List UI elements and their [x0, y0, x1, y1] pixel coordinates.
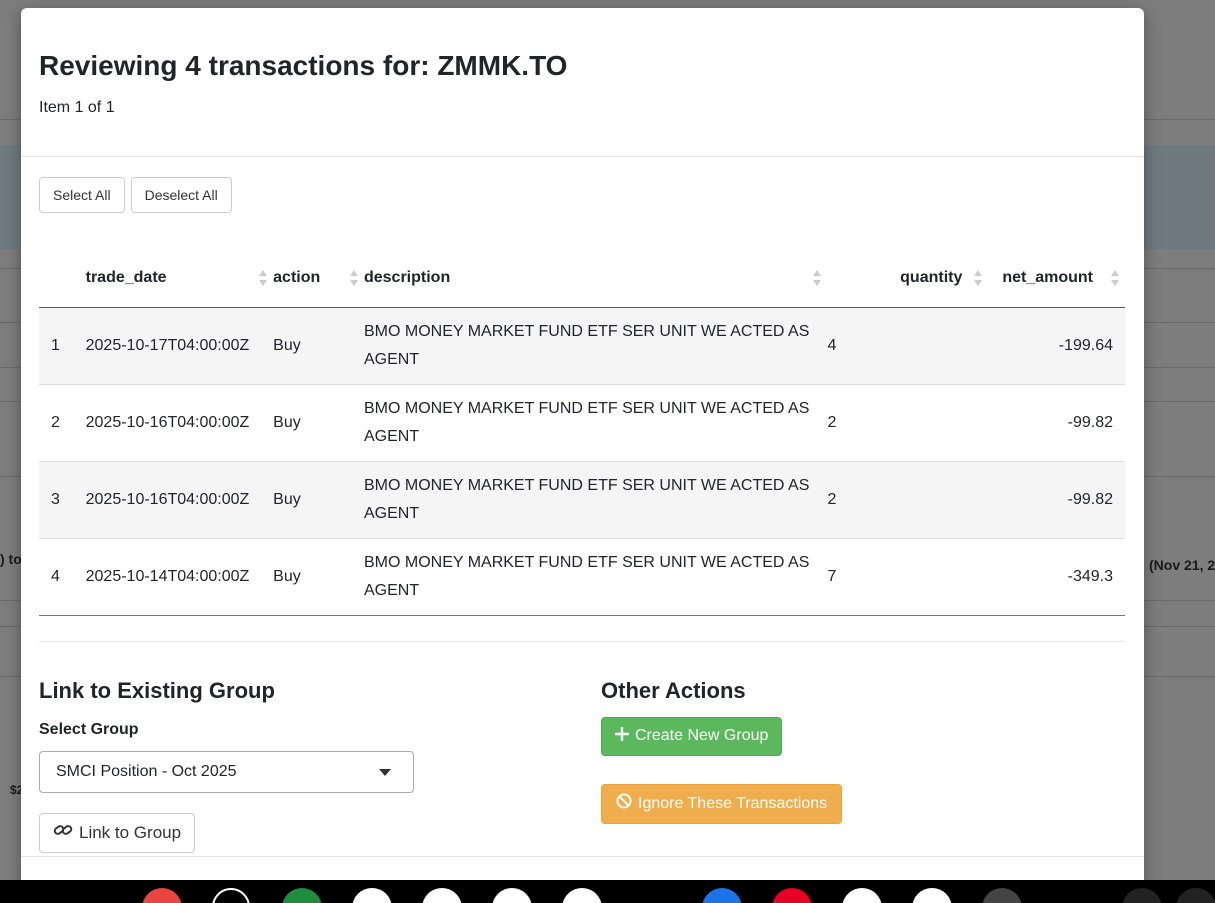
youtube-icon[interactable]	[562, 888, 602, 903]
bg-text-left: ) to	[0, 551, 22, 567]
link-to-group-button[interactable]: Link to Group	[39, 812, 196, 853]
column-header-trade-date[interactable]: trade_date	[85, 249, 274, 308]
net-amount-cell: -199.64	[988, 307, 1125, 385]
bg-text-right: (Nov 21, 2	[1149, 557, 1215, 573]
plus-icon	[615, 726, 629, 746]
table-header-row: trade_date action description quantity n…	[39, 249, 1125, 308]
selected-group-value: SMCI Position - Oct 2025	[56, 762, 237, 780]
quantity-cell: 4	[827, 307, 989, 385]
item-counter: Item 1 of 1	[39, 99, 115, 116]
modal-footer-divider	[21, 856, 1144, 857]
trade-date-cell: 2025-10-16T04:00:00Z	[85, 384, 274, 462]
action-cell: Buy	[273, 538, 364, 616]
play-store-icon[interactable]	[422, 888, 462, 903]
trade-date-cell: 2025-10-17T04:00:00Z	[85, 307, 274, 385]
description-cell: BMO MONEY MARKET FUND ETF SER UNIT WE AC…	[363, 538, 828, 616]
modal-body: Select All Deselect All trade_date actio…	[21, 157, 1144, 872]
ignore-button-label: Ignore These Transactions	[638, 794, 828, 812]
column-header-label: action	[273, 268, 321, 286]
review-modal: Reviewing 4 transactions for: ZMMK.TO It…	[21, 8, 1144, 903]
messages-icon[interactable]	[842, 888, 882, 903]
column-header-label: quantity	[900, 268, 963, 286]
row-index: 1	[39, 307, 86, 385]
search-icon[interactable]	[212, 888, 250, 903]
column-header-action[interactable]: action	[273, 249, 364, 308]
ban-icon	[616, 793, 632, 814]
settings-icon[interactable]	[1176, 888, 1215, 903]
table-row[interactable]: 4 2025-10-14T04:00:00Z Buy BMO MONEY MAR…	[39, 538, 1125, 616]
description-cell: BMO MONEY MARKET FUND ETF SER UNIT WE AC…	[363, 307, 828, 385]
description-cell: BMO MONEY MARKET FUND ETF SER UNIT WE AC…	[363, 384, 828, 462]
column-header-net-amount[interactable]: net_amount	[988, 249, 1125, 308]
column-header-description[interactable]: description	[363, 249, 828, 308]
sort-icon	[349, 270, 358, 286]
quantity-cell: 2	[827, 461, 989, 539]
column-header-label: trade_date	[85, 268, 167, 286]
net-amount-cell: -349.3	[988, 538, 1125, 616]
create-new-group-button[interactable]: Create New Group	[601, 716, 783, 756]
select-all-button[interactable]: Select All	[39, 177, 125, 213]
table-row[interactable]: 1 2025-10-17T04:00:00Z Buy BMO MONEY MAR…	[39, 307, 1125, 385]
column-header-label: description	[363, 268, 451, 286]
create-button-label: Create New Group	[635, 727, 769, 744]
modal-title: Reviewing 4 transactions for: ZMMK.TO	[39, 50, 568, 81]
action-cell: Buy	[273, 307, 364, 385]
selection-buttons: Select All Deselect All	[39, 177, 1126, 213]
quantity-cell: 2	[827, 384, 989, 462]
row-index: 4	[39, 538, 86, 616]
quantity-cell: 7	[827, 538, 989, 616]
action-cell: Buy	[273, 461, 364, 539]
docs-icon[interactable]	[352, 888, 392, 903]
net-amount-cell: -99.82	[988, 384, 1125, 462]
app-icon[interactable]	[912, 888, 952, 903]
table-row[interactable]: 2 2025-10-16T04:00:00Z Buy BMO MONEY MAR…	[39, 384, 1125, 462]
index-header	[39, 249, 86, 308]
net-amount-cell: -99.82	[988, 461, 1125, 539]
deselect-all-button[interactable]: Deselect All	[130, 177, 232, 213]
column-header-label: net_amount	[1002, 268, 1093, 286]
description-cell: BMO MONEY MARKET FUND ETF SER UNIT WE AC…	[363, 461, 828, 539]
chevron-down-icon	[379, 768, 391, 776]
chrome-icon[interactable]	[142, 888, 182, 903]
modal-header: Reviewing 4 transactions for: ZMMK.TO It…	[21, 8, 1144, 157]
action-cell: Buy	[273, 384, 364, 462]
ignore-transactions-button[interactable]: Ignore These Transactions	[601, 783, 843, 824]
trade-date-cell: 2025-10-14T04:00:00Z	[85, 538, 274, 616]
transactions-table: trade_date action description quantity n…	[39, 249, 1125, 616]
select-group-label: Select Group	[39, 720, 139, 738]
files-icon[interactable]	[702, 888, 742, 903]
link-icon	[53, 822, 73, 843]
terminal-icon[interactable]	[982, 888, 1022, 903]
gmail-icon[interactable]	[492, 888, 532, 903]
taskbar	[0, 880, 1215, 903]
sort-icon	[974, 270, 983, 286]
row-index: 3	[39, 461, 86, 539]
trade-date-cell: 2025-10-16T04:00:00Z	[85, 461, 274, 539]
netflix-icon[interactable]	[632, 888, 672, 903]
status-icon[interactable]	[1122, 888, 1162, 903]
sort-icon	[1111, 270, 1119, 286]
group-select[interactable]: SMCI Position - Oct 2025	[39, 750, 414, 793]
table-row[interactable]: 3 2025-10-16T04:00:00Z Buy BMO MONEY MAR…	[39, 461, 1125, 539]
pinterest-icon[interactable]	[772, 888, 812, 903]
link-button-label: Link to Group	[79, 822, 182, 842]
sort-icon	[259, 270, 268, 286]
actions-area: Link to Existing Group Select Group SMCI…	[39, 642, 1126, 872]
column-header-quantity[interactable]: quantity	[827, 249, 989, 308]
row-index: 2	[39, 384, 86, 462]
link-section-title: Link to Existing Group	[39, 677, 275, 703]
other-actions-title: Other Actions	[601, 677, 746, 703]
classroom-icon[interactable]	[282, 888, 322, 903]
sort-icon	[813, 270, 822, 286]
